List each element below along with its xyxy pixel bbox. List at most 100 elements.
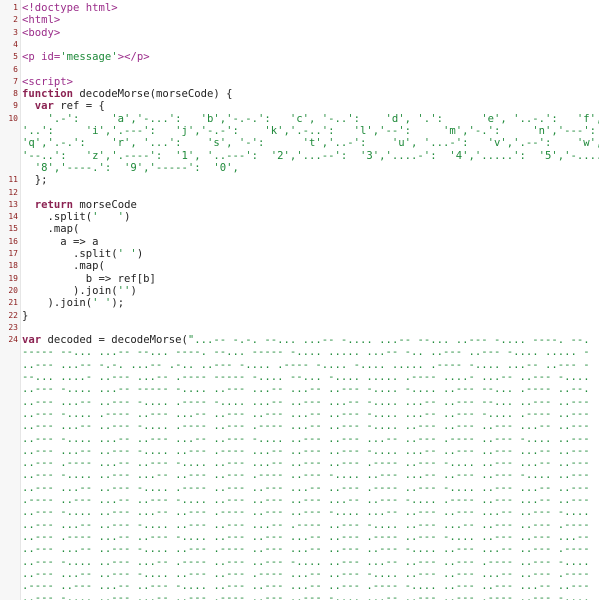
code-token: '' [117,284,131,297]
code-line[interactable]: 9 var ref = { [0,100,599,112]
code-line[interactable]: 17 .split(' ') [0,248,599,260]
code-token: ..--- ...-- ..--- -.... ..--- .---- ...-… [22,444,590,457]
code-token: ..--- -.... .---- ..--- ...-- ..--- ..--… [22,407,590,420]
line-number: 18 [8,261,18,271]
code-text: var decoded = decodeMorse("...-- -.-. --… [22,334,590,346]
code-line[interactable]: '..': 'i','.---': 'j','-.-': 'k','.-..':… [0,125,599,137]
code-token: '8','----.': '9','-----': '0', [22,161,239,174]
code-text: ..--- ...-- ..--- -.... ..--- .---- ..--… [22,543,590,555]
code-text: 'q','.-.': 'r', '...': 's', '-': 't','..… [22,137,599,149]
code-text: ..--- ...-- ..--- -.... ..--- ..--- .---… [22,568,590,580]
code-text: return morseCode [22,199,137,211]
code-line[interactable]: ..--- ...-- -.-. ...-- .-.. ..--- -.... … [0,359,599,371]
code-line[interactable]: 16 a => a [0,236,599,248]
code-token: .split( [22,211,93,224]
code-text: .split(' ') [22,248,143,260]
code-line[interactable]: 6 [0,64,599,76]
code-line[interactable]: --... ....- ..--- ...-- .---- ----- -...… [0,371,599,383]
code-line[interactable]: 22} [0,310,599,322]
code-line[interactable]: ..--- -.... ..--- ...-- ..--- .---- ..--… [0,592,599,600]
code-token: ' ' [117,248,137,260]
code-token: ..--- -.... ..--- ...-- ..--- ..--- .---… [22,469,590,482]
code-line[interactable]: 23 [0,322,599,334]
code-token: <html> [22,14,61,27]
line-number: 2 [13,15,18,25]
code-text: .split(' ') [22,211,131,224]
code-line[interactable]: 14 .split(' ') [0,211,599,223]
code-token: ..--- -.... ..--- ...-- ..--- .---- ..--… [22,506,590,519]
code-line[interactable]: 5 <p id='message'></p> [0,51,599,63]
code-line[interactable]: 8 function decodeMorse(morseCode) { [0,88,599,100]
code-editor[interactable]: 1 <!doctype html> 2 <html> 3 <body> 4 5 <p id='m… [0,0,599,600]
code-line[interactable]: '8','----.': '9','-----': '0', [0,162,599,174]
code-line[interactable]: ..--- .---- ...-- ..--- -.... ..--- ..--… [0,531,599,543]
code-text: ..--- -.... ...-- ..--- ...-- ..--- -...… [22,433,590,445]
code-token: ).join( [22,297,93,310]
code-line[interactable]: 4 [0,39,599,51]
code-line[interactable]: ..--- ...-- ..--- -.... .---- ..--- ..--… [0,482,599,494]
code-token: <!doctype html> [22,2,118,14]
code-text: ..--- -.... ...-- ----- -.... ..--- ...-… [22,383,590,395]
code-text: function decodeMorse(morseCode) { [22,88,232,100]
code-line[interactable]: 24 var decoded = decodeMorse("...-- -.-. … [0,334,599,346]
code-line[interactable]: ..--- .---- ...-- ..--- -.... ..--- ...-… [0,457,599,469]
code-line[interactable]: ..--- -.... ...-- ..--- ...-- ..--- -...… [0,433,599,445]
code-text: '8','----.': '9','-----': '0', [22,162,239,174]
code-text: .map( [22,223,80,235]
code-text: <body> [22,27,60,39]
code-line[interactable]: ..--- ...-- ..--- -.... .---- ..--- .---… [0,420,599,432]
code-line[interactable]: ..--- ...-- ..--- -.... ..--- ..--- .---… [0,568,599,580]
code-token: ..--- -.... ...-- ..--- ...-- ..--- -...… [22,432,590,445]
line-number: 11 [8,175,18,185]
code-token: var [22,334,42,347]
code-text: ..--- ...-- ..--- -.... ..--- ..--- ...-… [22,519,590,531]
code-line[interactable]: ----- --... ...-- --... ----. --... ----… [0,346,599,358]
code-line[interactable]: .---- ..--- ...-- ..--- -.... ..--- ..--… [0,494,599,506]
code-line[interactable]: 11 }; [0,174,599,186]
code-token: ..--- ...-- ..--- -.... .---- ..--- .---… [22,420,590,433]
code-line[interactable]: 7 <script> [0,76,599,88]
line-number: 9 [13,101,18,111]
code-line[interactable]: 18 .map( [0,260,599,272]
code-token: ).join( [22,284,118,297]
code-text: a => a [22,236,98,248]
line-number: 19 [8,273,18,283]
code-line[interactable]: ..--- ...-- ..--- -.... ..--- .---- ...-… [0,445,599,457]
code-line[interactable]: 20 ).join('') [0,285,599,297]
code-line[interactable]: ..--- -.... .---- ..--- ...-- ..--- ..--… [0,408,599,420]
line-number: 6 [13,64,18,74]
code-line[interactable]: 'q','.-.': 'r', '...': 's', '-': 't','..… [0,137,599,149]
code-line[interactable]: 1 <!doctype html> [0,2,599,14]
code-line[interactable]: 12 [0,187,599,199]
code-line[interactable]: 2 <html> [0,14,599,26]
code-token: decoded = decodeMorse( [41,334,188,347]
code-text: .---- ..--- ...-- ..--- -.... ..--- ..--… [22,580,590,592]
code-line[interactable]: 10 '.-': 'a','-...': 'b','-.-.': 'c', '-… [0,113,599,125]
code-line[interactable]: 15 .map( [0,223,599,235]
code-line[interactable]: ..--- -.... ..--- ...-- .---- ..--- ..--… [0,556,599,568]
code-line[interactable]: 21 ).join(' '); [0,297,599,309]
code-text: ).join('') [22,285,137,297]
code-text: ..--- .---- ...-- ..--- -.... ..--- ..--… [22,531,590,543]
code-line[interactable]: ..--- ...-- ..--- -.... .---- -.... ...-… [0,396,599,408]
code-line[interactable]: 19 b => ref[b] [0,273,599,285]
code-token: "...-- -.-. --... ...-- -.... ...-- --..… [187,334,590,347]
code-line[interactable]: ..--- -.... ..--- ...-- ..--- ..--- .---… [0,469,599,481]
code-line[interactable]: '--..': 'z','.----': '1', '..---': '2','… [0,150,599,162]
code-line[interactable]: ..--- ...-- ..--- -.... ..--- .---- ..--… [0,543,599,555]
code-token: ref = { [53,100,105,113]
code-token: 'message' [60,51,118,64]
code-token: ..--- -.... ..--- ...-- ..--- .---- ..--… [22,592,590,600]
code-token: ..--- ...-- ..--- -.... ..--- .---- ..--… [22,543,590,556]
line-number: 10 [8,113,18,123]
code-line[interactable]: ..--- ...-- ..--- -.... ..--- ..--- ...-… [0,519,599,531]
code-line[interactable]: .---- ..--- ...-- ..--- -.... ..--- ..--… [0,580,599,592]
code-line[interactable]: 13 return morseCode [0,199,599,211]
code-text: ..--- .---- ...-- ..--- -.... ..--- ...-… [22,457,590,469]
code-text: ).join(' '); [22,297,125,310]
code-line[interactable]: 3 <body> [0,27,599,39]
line-number: 13 [8,199,18,209]
code-line[interactable]: ..--- -.... ..--- ...-- ..--- .---- ..--… [0,506,599,518]
code-line[interactable]: ..--- -.... ...-- ----- -.... ..--- ...-… [0,383,599,395]
code-token: .map( [22,260,105,273]
